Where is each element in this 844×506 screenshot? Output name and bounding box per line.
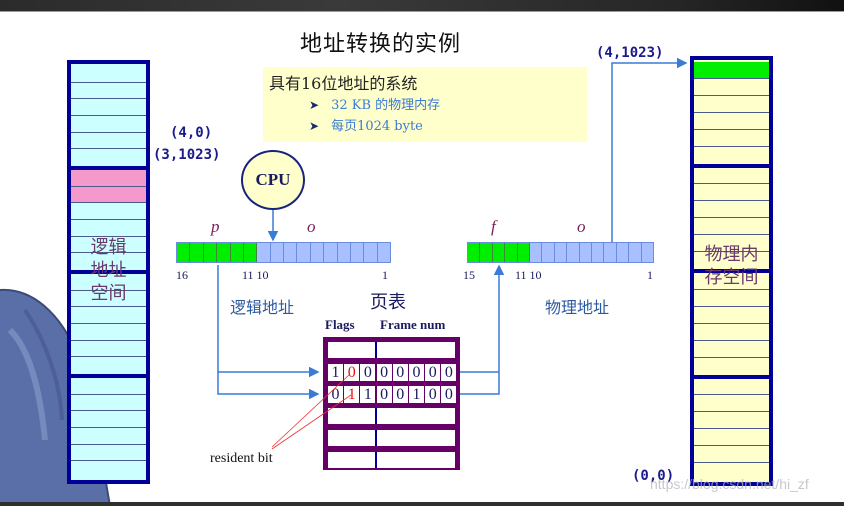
connector-arrows [217, 57, 688, 450]
table-to-frame-arrow [460, 264, 505, 395]
page-number-to-table-arrow [217, 265, 320, 378]
video-bottom-bar [0, 502, 844, 506]
page-number-to-table-arrow [217, 372, 320, 400]
offset-to-memory-arrow [611, 57, 688, 242]
watermark: https://blog.csdn.net/hi_zf [650, 476, 809, 492]
resident-pointer-line [271, 374, 350, 448]
resident-pointer-line [271, 394, 352, 450]
